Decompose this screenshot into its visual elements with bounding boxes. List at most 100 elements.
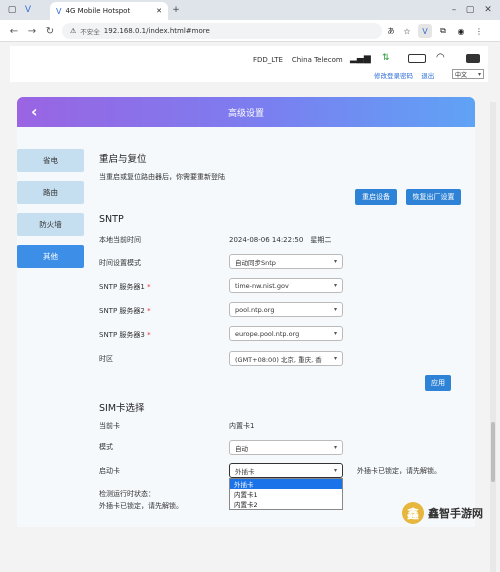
watermark-logo-icon: 鑫 [402, 502, 424, 524]
sim-mode-select[interactable]: 自动 ▾ [229, 440, 343, 455]
required-star: * [147, 307, 151, 315]
required-star: * [147, 331, 151, 339]
new-tab-icon[interactable]: + [170, 4, 182, 16]
tab-favicon-icon: V [56, 6, 62, 16]
apply-button[interactable]: 应用 [425, 375, 451, 391]
operator-name: China Telecom [291, 56, 343, 64]
boot-card-label: 启动卡 [99, 467, 120, 475]
timezone-select[interactable]: (GMT+08:00) 北京, 重庆, 香 ▾ [229, 351, 343, 366]
runtime-status-value: 外插卡已锁定，请先解锁。 [99, 502, 183, 510]
sidebar-item-other[interactable]: 其他 [17, 245, 84, 268]
sntp-server3-text: SNTP 服务器3 [99, 331, 145, 339]
settings-panel: ‹ 高级设置 省电 路由 防火墙 其他 重启与复位 当重启或复位路由器后，你需要… [17, 97, 475, 527]
network-type: FDD_LTE [253, 56, 283, 64]
boot-card-select[interactable]: 外插卡 ▾ [229, 463, 343, 478]
chevron-down-icon: ▾ [333, 355, 337, 362]
browser-tab-bar: ▢ V V 4G Mobile Hotspot ✕ + – ▢ ✕ [0, 0, 500, 20]
scrollbar-thumb[interactable] [491, 422, 495, 482]
panel-header: ‹ 高级设置 [17, 97, 475, 127]
dropdown-option[interactable]: 内置卡2 [230, 499, 342, 509]
boot-card-note: 外插卡已锁定，请先解锁。 [357, 467, 441, 475]
extensions-icon[interactable]: ⧉ [436, 24, 450, 38]
address-toolbar: ← → ↻ ⚠ 不安全 192.168.0.1/index.html#more … [0, 20, 500, 42]
boot-card-dropdown: 外插卡 内置卡1 内置卡2 [229, 478, 343, 510]
device-icon [466, 54, 480, 63]
sntp-server3-select[interactable]: europe.pool.ntp.org ▾ [229, 326, 343, 341]
time-mode-value: 自动同步Sntp [235, 258, 276, 267]
close-window-icon[interactable]: ✕ [482, 4, 494, 16]
chevron-down-icon: ▾ [333, 467, 337, 474]
sim-mode-value: 自动 [235, 444, 248, 453]
chevron-down-icon: ▾ [333, 330, 337, 337]
chevron-down-icon: ▾ [333, 444, 337, 451]
battery-icon [408, 54, 426, 63]
sidebar-item-router[interactable]: 路由 [17, 181, 84, 204]
back-icon[interactable]: ← [8, 25, 20, 37]
sntp-server1-label: SNTP 服务器1 * [99, 282, 151, 292]
sidebar-item-power[interactable]: 省电 [17, 149, 84, 172]
reload-icon[interactable]: ↻ [44, 25, 56, 37]
vivaldi-icon[interactable]: V [22, 4, 34, 16]
tab-menu-icon[interactable]: ▢ [6, 4, 18, 16]
sntp-server2-value: pool.ntp.org [235, 305, 275, 314]
language-select[interactable]: 中文 ▾ [452, 69, 484, 79]
network-info: FDD_LTE China Telecom [253, 56, 343, 64]
current-card-value: 内置卡1 [229, 422, 255, 430]
sntp-server2-label: SNTP 服务器2 * [99, 306, 151, 316]
data-transfer-icon: ⇅ [382, 53, 390, 63]
sntp-server2-select[interactable]: pool.ntp.org ▾ [229, 302, 343, 317]
extension-icon[interactable]: V [418, 24, 432, 38]
url-bar[interactable]: ⚠ 不安全 192.168.0.1/index.html#more [62, 23, 382, 39]
page-body: FDD_LTE China Telecom ▂▄▆ ⇅ ◠ 修改登录密码 退出 … [0, 42, 500, 572]
language-value: 中文 [455, 71, 468, 79]
warning-icon: ⚠ [70, 27, 77, 35]
maximize-icon[interactable]: ▢ [464, 4, 476, 16]
chevron-down-icon: ▾ [333, 282, 337, 289]
dropdown-option[interactable]: 外插卡 [230, 479, 342, 489]
timezone-label: 时区 [99, 355, 113, 363]
sidebar-item-firewall[interactable]: 防火墙 [17, 213, 84, 236]
chevron-down-icon: ▾ [333, 258, 337, 265]
change-password-link[interactable]: 修改登录密码 [374, 72, 413, 80]
signal-icon: ▂▄▆ [350, 54, 371, 64]
more-menu-icon[interactable]: ⋮ [472, 24, 486, 38]
current-time-value: 2024-08-06 14:22:50 星期二 [229, 236, 332, 244]
bookmark-icon[interactable]: ☆ [400, 24, 414, 38]
runtime-status-label: 检测运行时状态： [99, 490, 155, 498]
time-mode-label: 时间设置模式 [99, 259, 141, 267]
sntp-server2-text: SNTP 服务器2 [99, 307, 145, 315]
required-star: * [147, 283, 151, 291]
dropdown-option[interactable]: 内置卡1 [230, 489, 342, 499]
chevron-down-icon: ▾ [333, 306, 337, 313]
wifi-icon: ◠ [436, 52, 445, 63]
watermark: 鑫 鑫智手游网 [402, 500, 494, 526]
sntp-server3-value: europe.pool.ntp.org [235, 329, 300, 338]
current-card-label: 当前卡 [99, 422, 120, 430]
forward-icon[interactable]: → [26, 25, 38, 37]
header-links: 修改登录密码 退出 [374, 70, 434, 80]
tab-close-icon[interactable]: ✕ [156, 7, 162, 15]
status-bar: FDD_LTE China Telecom ▂▄▆ ⇅ ◠ 修改登录密码 退出 … [10, 46, 488, 82]
boot-card-value: 外插卡 [235, 467, 255, 476]
browser-tab[interactable]: V 4G Mobile Hotspot ✕ [50, 2, 168, 20]
sntp-server3-label: SNTP 服务器3 * [99, 330, 151, 340]
current-time-label: 本地当前时间 [99, 236, 141, 244]
chevron-down-icon: ▾ [477, 70, 481, 78]
minimize-icon[interactable]: – [448, 4, 460, 16]
sntp-server1-value: time-nw.nist.gov [235, 281, 289, 290]
insecure-label: 不安全 [80, 28, 100, 36]
timezone-value: (GMT+08:00) 北京, 重庆, 香 [235, 355, 322, 364]
sntp-title: SNTP [99, 214, 124, 225]
watermark-text: 鑫智手游网 [428, 507, 483, 520]
sim-title: SIM卡选择 [99, 403, 145, 414]
sntp-server1-select[interactable]: time-nw.nist.gov ▾ [229, 278, 343, 293]
factory-reset-button[interactable]: 恢复出厂设置 [406, 189, 461, 205]
profile-icon[interactable]: ◉ [454, 24, 468, 38]
sim-mode-label: 模式 [99, 443, 113, 451]
logout-link[interactable]: 退出 [421, 72, 434, 80]
reboot-desc: 当重启或复位路由器后，你需要重新登陆 [99, 173, 225, 181]
time-mode-select[interactable]: 自动同步Sntp ▾ [229, 254, 343, 269]
restart-button[interactable]: 重启设备 [355, 189, 397, 205]
translate-icon[interactable]: あ [384, 24, 398, 38]
page-title: 高级设置 [227, 109, 264, 119]
